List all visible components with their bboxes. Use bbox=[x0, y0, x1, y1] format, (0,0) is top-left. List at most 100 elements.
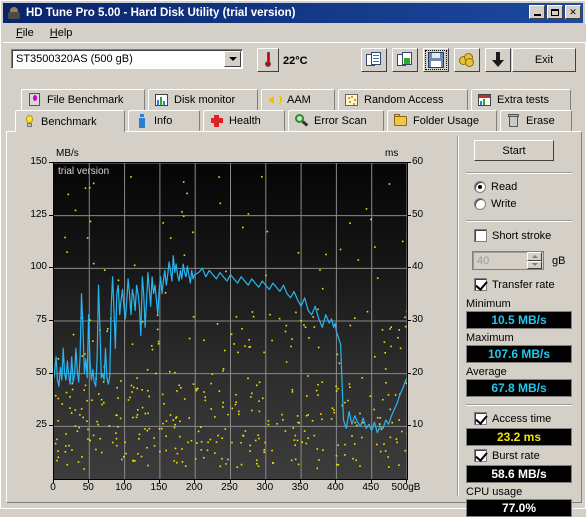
menu-file[interactable]: File bbox=[8, 25, 42, 41]
menu-bar: File Help bbox=[3, 24, 586, 43]
access-time-value-box: 23.2 ms bbox=[466, 428, 572, 446]
tab-health[interactable]: Health bbox=[203, 110, 285, 131]
short-stroke-size-stepper[interactable]: 40 bbox=[472, 251, 544, 270]
close-icon[interactable]: ✕ bbox=[565, 5, 581, 19]
menu-help[interactable]: Help bbox=[42, 25, 81, 41]
x-tick-mark bbox=[124, 479, 125, 483]
tab-row-bottom: Benchmark Info Health Error Scan Folder … bbox=[1, 110, 586, 132]
tab-row-top: File Benchmark Disk monitor AAM Random A… bbox=[1, 89, 586, 111]
floppy-save-icon bbox=[428, 52, 444, 68]
y-tick-mark bbox=[49, 373, 53, 374]
plot-area: trial version bbox=[53, 162, 408, 480]
y-tick-mark bbox=[49, 267, 53, 268]
x-tick-label: 250 bbox=[210, 482, 250, 493]
tab-aam[interactable]: AAM bbox=[261, 89, 335, 110]
radio-read-indicator bbox=[474, 181, 486, 193]
radio-write-indicator bbox=[474, 198, 486, 210]
x-tick-label: 400 bbox=[315, 482, 355, 493]
benchmark-chart: MB/s ms trial version 255075100125150 10… bbox=[12, 132, 457, 500]
short-stroke-checkbox-indicator bbox=[474, 229, 487, 242]
chevron-down-icon[interactable] bbox=[224, 51, 241, 67]
y2-tick-mark bbox=[407, 267, 411, 268]
tab-error-scan[interactable]: Error Scan bbox=[288, 110, 384, 131]
save-button[interactable] bbox=[423, 48, 449, 72]
tab-file-benchmark[interactable]: File Benchmark bbox=[21, 89, 145, 110]
bar-chart-icon bbox=[155, 93, 169, 107]
copy-documents-icon bbox=[366, 52, 382, 68]
stepper-down-icon[interactable] bbox=[527, 261, 542, 270]
x-tick-label: 500gB bbox=[386, 482, 426, 493]
access-time-value: 23.2 ms bbox=[497, 430, 541, 444]
x-tick-mark bbox=[159, 479, 160, 483]
checkbox-transfer-rate[interactable]: Transfer rate bbox=[474, 278, 555, 291]
maximize-button[interactable] bbox=[547, 5, 563, 19]
scatter-dots-icon bbox=[345, 93, 359, 107]
x-tick-mark bbox=[230, 479, 231, 483]
tab-label: AAM bbox=[287, 94, 311, 106]
speaker-icon bbox=[268, 93, 282, 107]
tab-disk-monitor[interactable]: Disk monitor bbox=[148, 89, 258, 110]
checkbox-burst-rate[interactable]: Burst rate bbox=[474, 449, 540, 462]
download-button[interactable] bbox=[485, 48, 511, 72]
y-tick-mark bbox=[49, 162, 53, 163]
tab-label: Health bbox=[229, 115, 261, 127]
tab-erase[interactable]: Erase bbox=[500, 110, 572, 131]
cpu-usage-label: CPU usage bbox=[466, 486, 522, 498]
cpu-usage-value: 77.0% bbox=[502, 501, 536, 515]
drive-select[interactable]: ST3500320AS (500 gB) bbox=[11, 49, 243, 69]
tab-benchmark[interactable]: Benchmark bbox=[15, 110, 125, 132]
radio-read-label: Read bbox=[491, 181, 517, 193]
stepper-buttons[interactable] bbox=[527, 252, 542, 269]
x-tick-mark bbox=[265, 479, 266, 483]
x-tick-label: 0 bbox=[33, 482, 73, 493]
radio-read[interactable]: Read bbox=[474, 181, 517, 193]
copy-text-button[interactable] bbox=[361, 48, 387, 72]
checkbox-access-time[interactable]: Access time bbox=[474, 412, 551, 425]
app-window: HD Tune Pro 5.00 - Hard Disk Utility (tr… bbox=[0, 0, 586, 509]
x-tick-label: 450 bbox=[351, 482, 391, 493]
x-tick-label: 350 bbox=[280, 482, 320, 493]
drive-select-value: ST3500320AS (500 gB) bbox=[12, 53, 224, 65]
tab-label: Folder Usage bbox=[413, 115, 479, 127]
x-tick-label: 150 bbox=[139, 482, 179, 493]
burst-rate-value-box: 58.6 MB/s bbox=[466, 465, 572, 483]
red-cross-icon bbox=[210, 114, 224, 128]
y2-tick-label: 40 bbox=[412, 261, 442, 272]
access-time-label: Access time bbox=[492, 413, 551, 425]
benchmark-panel: MB/s ms trial version 255075100125150 10… bbox=[6, 131, 582, 503]
minimum-value-box: 10.5 MB/s bbox=[466, 311, 572, 329]
radio-write[interactable]: Write bbox=[474, 198, 516, 210]
x-tick-mark bbox=[53, 479, 54, 483]
x-tick-mark bbox=[194, 479, 195, 483]
tab-info[interactable]: Info bbox=[128, 110, 200, 131]
thermometer-icon[interactable] bbox=[257, 48, 279, 72]
start-button[interactable]: Start bbox=[474, 140, 554, 161]
y-tick-mark bbox=[49, 320, 53, 321]
x-tick-mark bbox=[300, 479, 301, 483]
options-button[interactable] bbox=[454, 48, 480, 72]
x-tick-label: 300 bbox=[245, 482, 285, 493]
y-tick-label: 25 bbox=[17, 419, 47, 430]
lightbulb-icon bbox=[22, 115, 36, 129]
info-icon bbox=[135, 114, 149, 128]
y2-tick-mark bbox=[407, 373, 411, 374]
minimize-button[interactable] bbox=[529, 5, 545, 19]
y-tick-mark bbox=[49, 215, 53, 216]
x-tick-mark bbox=[335, 479, 336, 483]
y2-tick-mark bbox=[407, 320, 411, 321]
tab-label: Extra tests bbox=[497, 94, 549, 106]
y-axis-unit: MB/s bbox=[56, 148, 79, 159]
tab-extra-tests[interactable]: Extra tests bbox=[471, 89, 571, 110]
extra-tests-icon bbox=[478, 93, 492, 107]
access-time-checkbox-indicator bbox=[474, 412, 487, 425]
exit-button[interactable]: Exit bbox=[512, 48, 576, 72]
tab-random-access[interactable]: Random Access bbox=[338, 89, 468, 110]
checkbox-short-stroke[interactable]: Short stroke bbox=[474, 229, 551, 242]
y-tick-label: 100 bbox=[17, 261, 47, 272]
y-tick-mark bbox=[49, 425, 53, 426]
copy-image-button[interactable] bbox=[392, 48, 418, 72]
x-tick-mark bbox=[406, 479, 407, 483]
tab-folder-usage[interactable]: Folder Usage bbox=[387, 110, 497, 131]
stepper-up-icon[interactable] bbox=[527, 252, 542, 261]
tab-label: Disk monitor bbox=[174, 94, 235, 106]
